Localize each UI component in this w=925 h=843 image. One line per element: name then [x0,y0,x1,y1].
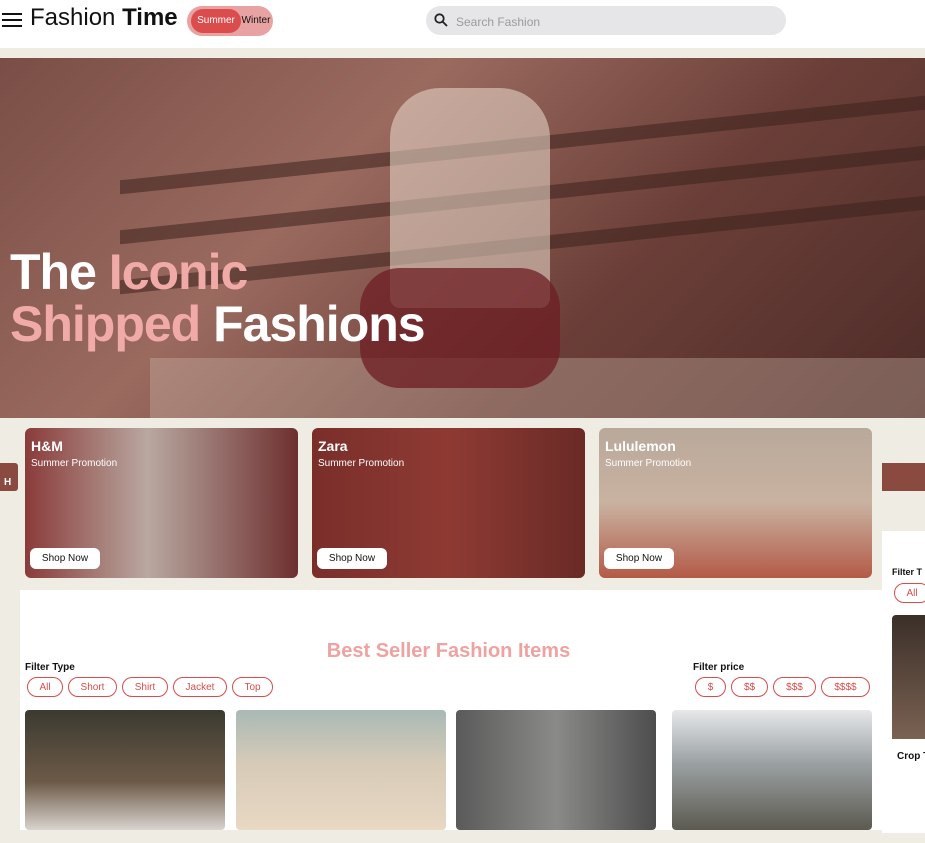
top-bar: Fashion Time Summer Winter [0,0,925,48]
shop-now-button[interactable]: Shop Now [30,548,100,569]
filter-price-label: Filter price [693,662,745,673]
filter-price-3[interactable]: $$$ [773,677,816,697]
product-card-image[interactable] [25,710,225,830]
ghost-product-image [892,615,925,739]
brand-name-light: Fashion [30,4,123,31]
ghost-card [882,463,925,491]
search-input[interactable] [454,6,778,37]
brand-card-promo: Summer Promotion [318,458,405,469]
shop-now-button[interactable]: Shop Now [604,548,674,569]
hamburger-menu-icon[interactable] [2,10,22,30]
filter-type-all[interactable]: All [27,677,63,697]
brand-card-name: Zara [318,438,348,454]
filter-type-label: Filter Type [25,662,75,673]
brand-card-name: H&M [31,438,63,454]
hero-title-pink-1: Iconic [108,244,248,300]
filter-type-jacket[interactable]: Jacket [173,677,227,697]
ghost-filter-pill: All [894,583,925,603]
product-card-image[interactable] [456,710,656,830]
filter-type-short[interactable]: Short [68,677,117,697]
ghost-product-caption: Crop T [897,751,925,762]
product-card-image[interactable] [236,710,446,830]
hero-title: The Iconic Shipped Fashions [10,244,426,352]
carousel-next-ghost: Filter T All Crop T [882,463,925,833]
brand-card-name: Lululemon [605,438,676,454]
filter-type-shirt[interactable]: Shirt [122,677,168,697]
filter-price-1[interactable]: $ [695,677,726,697]
brand-card-zara[interactable]: Zara Summer Promotion Shop Now [312,428,585,578]
filter-price-4[interactable]: $$$$ [821,677,870,697]
filter-type-top[interactable]: Top [232,677,273,697]
ghost-gap [882,491,925,531]
hero-title-white-1: The [10,244,109,300]
brand-card-promo: Summer Promotion [31,458,118,469]
product-card-image[interactable] [672,710,872,830]
season-winter-option[interactable]: Winter [241,11,271,31]
brand-card-hm[interactable]: H&M Summer Promotion Shop Now [25,428,298,578]
hero-title-pink-2: Shipped [10,296,201,352]
brand-logo[interactable]: Fashion Time [30,4,178,32]
best-seller-title: Best Seller Fashion Items [326,640,571,662]
filter-price-2[interactable]: $$ [731,677,768,697]
brand-name-bold: Time [122,4,178,31]
ghost-card-text: H [4,477,12,488]
search-bar[interactable] [426,6,786,37]
brand-card-promo: Summer Promotion [605,458,692,469]
search-icon [434,13,448,27]
hero-banner: The Iconic Shipped Fashions [0,58,925,418]
season-summer-option[interactable]: Summer [191,9,241,33]
ghost-filter-label: Filter T [892,567,923,577]
hero-title-white-2: Fashions [200,296,425,352]
shop-now-button[interactable]: Shop Now [317,548,387,569]
season-toggle[interactable]: Summer Winter [187,6,273,36]
brand-card-lululemon[interactable]: Lululemon Summer Promotion Shop Now [599,428,872,578]
